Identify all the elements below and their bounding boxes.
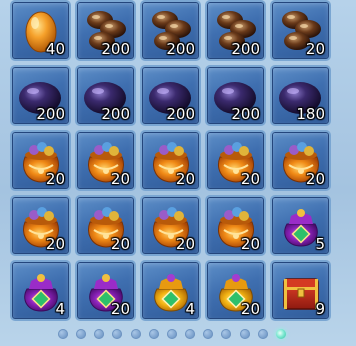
item-count: 20 xyxy=(110,235,130,253)
item-count: 20 xyxy=(110,170,130,188)
item-count: 20 xyxy=(45,170,65,188)
inventory-slot[interactable]: 4 xyxy=(10,260,71,321)
item-count: 5 xyxy=(315,235,325,253)
page-dot[interactable] xyxy=(130,329,141,339)
inventory-slot[interactable]: 20 xyxy=(75,260,136,321)
inventory-slot[interactable]: 5 xyxy=(270,195,331,256)
inventory-slot[interactable]: 200 xyxy=(75,65,136,126)
item-count: 200 xyxy=(101,105,130,123)
inventory-slot[interactable]: 200 xyxy=(10,65,71,126)
page-dot[interactable] xyxy=(239,329,250,339)
page-dot[interactable] xyxy=(221,329,232,339)
page-indicator xyxy=(58,328,286,340)
item-count: 4 xyxy=(185,300,195,318)
inventory-panel: 40 200 200 200 20 200 200 200 200 180 20 20 20 20 20 20… xyxy=(0,0,356,346)
inventory-slot[interactable]: 20 xyxy=(75,195,136,256)
inventory-slot[interactable]: 9 xyxy=(270,260,331,321)
item-count: 20 xyxy=(305,170,325,188)
inventory-slot[interactable]: 200 xyxy=(205,0,266,61)
inventory-slot[interactable]: 20 xyxy=(10,130,71,191)
item-count: 200 xyxy=(36,105,65,123)
item-count: 20 xyxy=(175,170,195,188)
page-dot[interactable] xyxy=(166,329,177,339)
page-dot[interactable] xyxy=(94,329,105,339)
page-dot[interactable] xyxy=(58,329,68,339)
inventory-slot[interactable]: 40 xyxy=(10,0,71,61)
item-count: 200 xyxy=(231,40,260,58)
inventory-slot[interactable]: 20 xyxy=(140,130,201,191)
inventory-slot[interactable]: 180 xyxy=(270,65,331,126)
inventory-slot[interactable]: 4 xyxy=(140,260,201,321)
inventory-slot[interactable]: 20 xyxy=(270,130,331,191)
item-count: 200 xyxy=(166,105,195,123)
item-count: 180 xyxy=(296,105,325,123)
item-count: 9 xyxy=(315,300,325,318)
item-count: 20 xyxy=(240,235,260,253)
item-count: 200 xyxy=(166,40,195,58)
inventory-slot[interactable]: 20 xyxy=(205,130,266,191)
item-count: 40 xyxy=(45,40,65,58)
item-count: 20 xyxy=(45,235,65,253)
item-count: 20 xyxy=(110,300,130,318)
inventory-slot[interactable]: 20 xyxy=(205,195,266,256)
item-count: 4 xyxy=(55,300,65,318)
inventory-slot[interactable]: 200 xyxy=(205,65,266,126)
page-dot-active[interactable] xyxy=(275,329,286,339)
inventory-slot[interactable]: 20 xyxy=(205,260,266,321)
inventory-slot[interactable]: 20 xyxy=(75,130,136,191)
item-count: 20 xyxy=(240,170,260,188)
inventory-grid: 40 200 200 200 20 200 200 200 200 180 20 20 20 20 20 20… xyxy=(10,0,331,321)
page-dot[interactable] xyxy=(185,329,196,339)
item-count: 20 xyxy=(305,40,325,58)
item-count: 200 xyxy=(101,40,130,58)
item-count: 200 xyxy=(231,105,260,123)
page-dot[interactable] xyxy=(203,329,214,339)
page-dot[interactable] xyxy=(148,329,159,339)
inventory-slot[interactable]: 200 xyxy=(75,0,136,61)
page-dot[interactable] xyxy=(76,329,87,339)
inventory-slot[interactable]: 200 xyxy=(140,65,201,126)
item-count: 20 xyxy=(240,300,260,318)
inventory-slot[interactable]: 20 xyxy=(270,0,331,61)
item-count: 20 xyxy=(175,235,195,253)
inventory-slot[interactable]: 20 xyxy=(140,195,201,256)
page-dot[interactable] xyxy=(257,329,268,339)
inventory-slot[interactable]: 200 xyxy=(140,0,201,61)
page-dot[interactable] xyxy=(112,329,123,339)
inventory-slot[interactable]: 20 xyxy=(10,195,71,256)
